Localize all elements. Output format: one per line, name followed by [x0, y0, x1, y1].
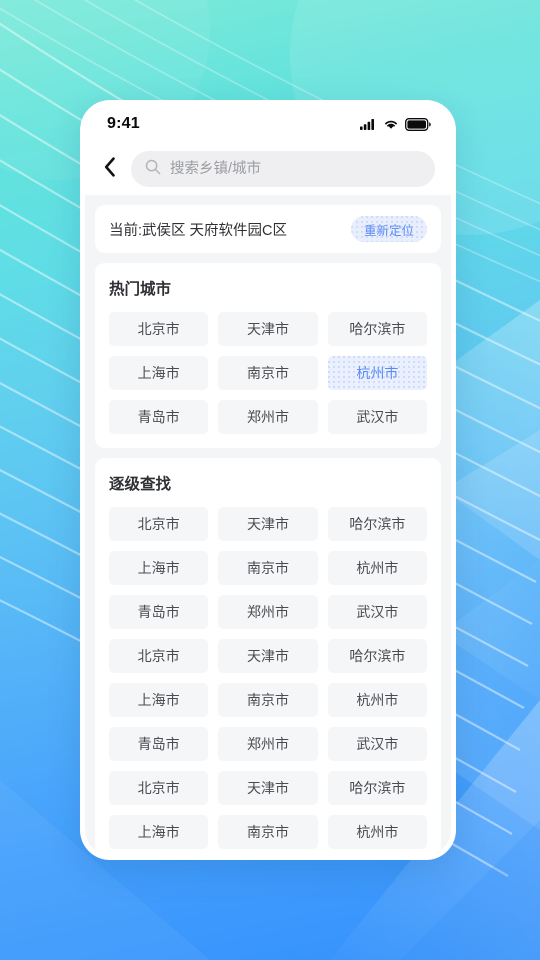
- search-input[interactable]: [170, 151, 421, 187]
- city-chip[interactable]: 上海市: [109, 683, 209, 717]
- city-chip[interactable]: 北京市: [109, 312, 209, 346]
- search-box[interactable]: [131, 151, 435, 187]
- city-chip[interactable]: 南京市: [218, 815, 318, 849]
- status-bar: 9:41: [85, 105, 451, 143]
- city-chip[interactable]: 南京市: [218, 551, 318, 585]
- city-chip[interactable]: 杭州市: [327, 815, 427, 849]
- city-chip[interactable]: 南京市: [218, 356, 318, 390]
- city-chip[interactable]: 上海市: [109, 356, 209, 390]
- city-chip[interactable]: 郑州市: [218, 727, 318, 761]
- city-chip[interactable]: 青岛市: [109, 595, 209, 629]
- city-chip[interactable]: 北京市: [109, 771, 209, 805]
- city-chip[interactable]: 上海市: [109, 551, 209, 585]
- hot-cities-card: 热门城市 北京市 天津市 哈尔滨市上海市 南京市 杭州市青岛市 郑州市 武汉市: [95, 263, 441, 448]
- city-chip[interactable]: 郑州市: [218, 595, 318, 629]
- signal-bars-icon: [360, 118, 377, 130]
- city-chip[interactable]: 杭州市: [327, 683, 427, 717]
- step-search-grid: 北京市 天津市 哈尔滨市 上海市 南京市 杭州市 青岛市 郑州市 武汉市 北京市 天津市 哈尔滨市 上海…: [109, 507, 427, 849]
- city-chip[interactable]: 哈尔滨市: [327, 639, 427, 673]
- step-search-title: 逐级查找: [109, 476, 172, 493]
- battery-icon: [405, 117, 431, 131]
- current-location-text: 当前:武侯区 天府软件园C区: [109, 222, 288, 239]
- phone-frame: 9:41 搜索乡镇/城市 当前:武侯区 天府软件园C区 重新定位 热门城市 北京…: [80, 100, 456, 860]
- hot-cities-grid: 北京市 天津市 哈尔滨市上海市 南京市 杭州市青岛市 郑州市 武汉市: [109, 312, 427, 434]
- search-header: [85, 143, 451, 195]
- city-chip[interactable]: 武汉市: [327, 727, 427, 761]
- city-chip[interactable]: 武汉市: [327, 595, 427, 629]
- status-time: 9:41: [107, 115, 140, 132]
- city-chip[interactable]: 天津市: [218, 312, 318, 346]
- city-chip[interactable]: 哈尔滨市: [327, 771, 427, 805]
- relocate-button[interactable]: 重新定位: [351, 216, 427, 242]
- city-chip[interactable]: 青岛市: [109, 400, 209, 434]
- city-chip[interactable]: 哈尔滨市: [327, 312, 427, 346]
- content-area: 当前:武侯区 天府软件园C区 重新定位 热门城市 北京市 天津市 哈尔滨市 上海市 南京…: [85, 195, 451, 855]
- city-chip[interactable]: 天津市: [218, 507, 318, 541]
- step-search-card: 逐级查找 北京市 天津市 哈尔滨市 上海市 南京市 杭州市 青岛市 郑州市 武汉市 北京市 天津市哈…: [95, 458, 441, 855]
- wifi-icon: [383, 118, 399, 130]
- city-chip[interactable]: 武汉市: [327, 400, 427, 434]
- back-chevron-icon: [104, 156, 116, 182]
- city-chip[interactable]: 哈尔滨市: [327, 507, 427, 541]
- city-chip[interactable]: 南京市: [218, 683, 318, 717]
- city-chip[interactable]: 上海市: [109, 815, 209, 849]
- back-button[interactable]: [93, 152, 127, 186]
- city-chip[interactable]: 杭州市: [327, 551, 427, 585]
- city-chip[interactable]: 北京市: [109, 507, 209, 541]
- phone-screen: 9:41 搜索乡镇/城市 当前:武侯区 天府软件园C区 重新定位 热门城市 北京…: [85, 105, 451, 855]
- search-icon: [145, 159, 161, 180]
- city-chip[interactable]: 郑州市: [218, 400, 318, 434]
- status-icons: [360, 117, 431, 131]
- hot-cities-title: 热门城市: [109, 281, 172, 298]
- current-location-card: 当前:武侯区 天府软件园C区 重新定位: [95, 205, 441, 253]
- city-chip[interactable]: 青岛市: [109, 727, 209, 761]
- city-chip[interactable]: 杭州市: [327, 356, 427, 390]
- city-chip[interactable]: 天津市: [218, 639, 318, 673]
- city-chip[interactable]: 天津市: [218, 771, 318, 805]
- city-chip[interactable]: 北京市: [109, 639, 209, 673]
